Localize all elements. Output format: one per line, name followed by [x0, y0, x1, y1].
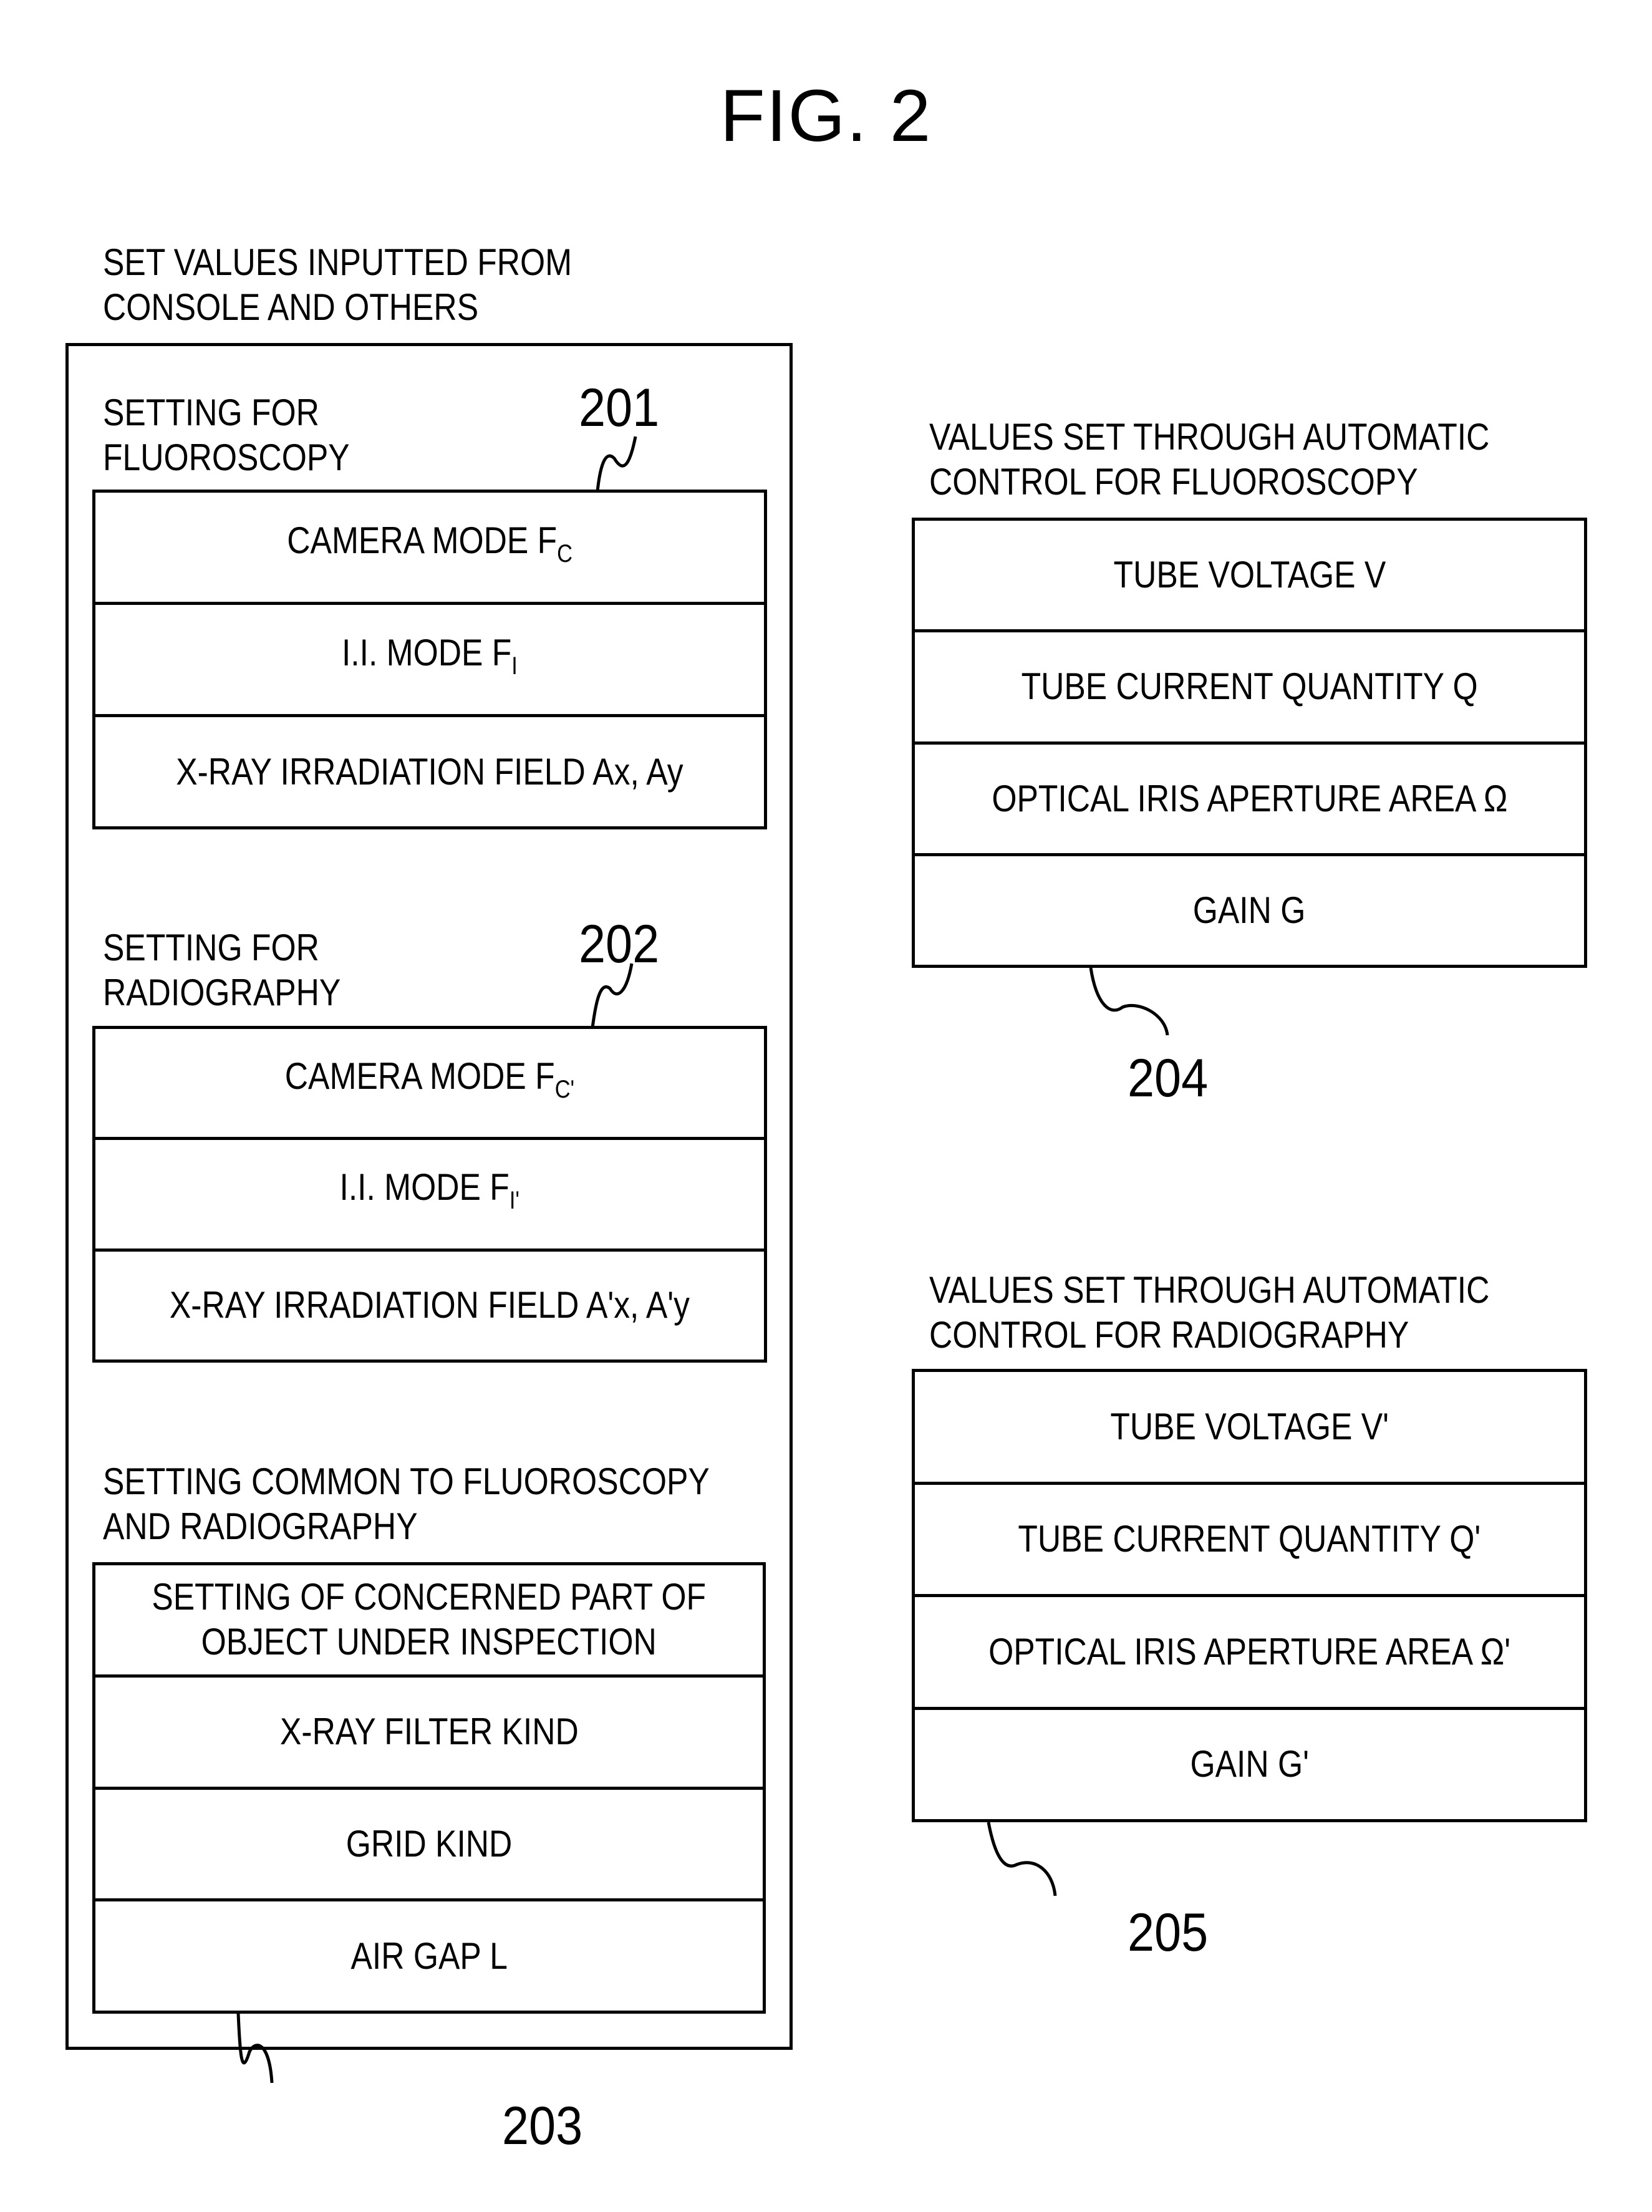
leader-line-201 — [596, 436, 637, 492]
leader-lines — [236, 436, 1169, 2084]
leader-line-203 — [236, 2012, 274, 2084]
leader-line-205 — [987, 1822, 1057, 1896]
leader-line-204 — [1089, 967, 1169, 1036]
leader-line-202 — [591, 963, 634, 1028]
